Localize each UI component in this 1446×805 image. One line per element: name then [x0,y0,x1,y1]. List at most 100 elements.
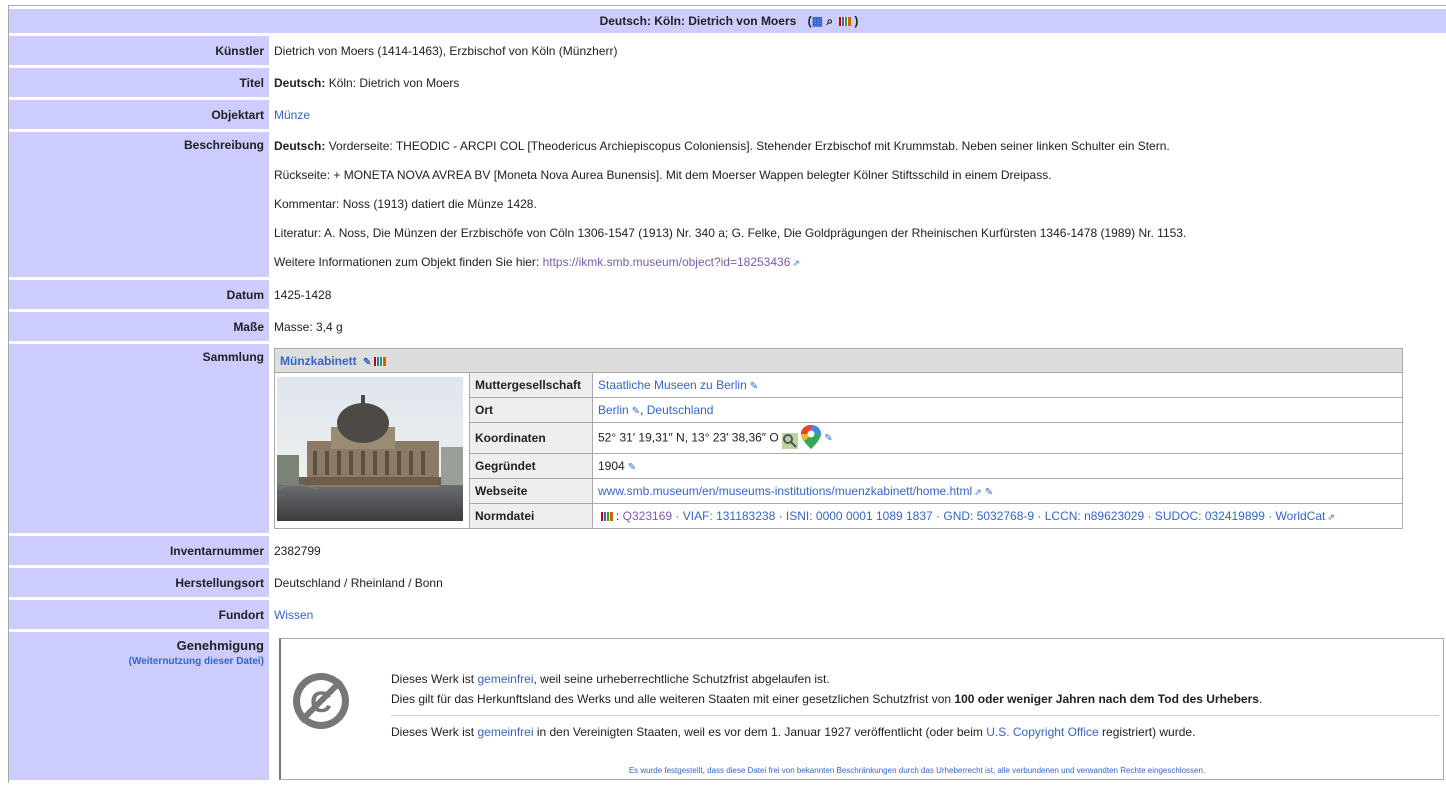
label-fundort: Fundort [9,600,269,629]
license-text: Dieses Werk ist gemeinfrei, weil seine u… [391,669,1439,742]
worldcat-link[interactable]: WorldCat [1276,509,1326,523]
row-objektart: Objektart Münze [9,100,1446,129]
row-titel: Titel Deutsch: Köln: Dietrich von Moers [9,68,1446,97]
value-herstellungsort: Deutschland / Rheinland / Bonn [274,575,443,590]
gemeinfrei-us-link[interactable]: gemeinfrei [477,725,533,739]
google-maps-icon[interactable] [801,424,822,449]
lang-prefix: Deutsch: [274,139,326,153]
row-datum: Datum 1425-1428 [9,280,1446,309]
header-icons: (▦ ⌕ ) [807,13,859,28]
descr-line4: Literatur: A. Noss, Die Münzen der Erzbi… [274,226,1187,240]
institution-photo[interactable] [274,372,470,529]
ikmk-link[interactable]: https://ikmk.smb.museum/object?id=182534… [543,255,791,269]
row-sammlung: Sammlung Münzkabinett ✎ Muttergesellscha… [9,344,1446,533]
license-footnote: Es wurde festgestellt, dass diese Datei … [628,766,1206,775]
lic-p2-b: . [1258,692,1263,706]
external-link-icon: ⇗ [1327,512,1335,522]
value-titel: Deutsch: Köln: Dietrich von Moers [269,68,1446,97]
lic-p1-b: , weil seine urheberrechtliche Schutzfri… [533,672,830,686]
webseite-link[interactable]: www.smb.museum/en/museums-institutions/m… [598,484,972,498]
public-domain-icon: C [293,673,349,729]
value-sammlung: Münzkabinett ✎ Muttergesellschaft Staatl… [269,344,1446,533]
label-masse: Maße [9,312,269,341]
row-genehmigung: Genehmigung (Weiternutzung dieser Datei)… [9,632,1446,780]
lic-p2-bold: 100 oder weniger Jahren nach dem Tod des… [954,692,1259,706]
titel-text: Köln: Dietrich von Moers [328,75,460,90]
lic-p3-b: in den Vereinigten Staaten, weil es vor … [533,725,987,739]
fundort-link[interactable]: Wissen [274,608,313,622]
label-datum: Datum [9,280,269,309]
pencil-icon[interactable]: ✎ [632,406,640,417]
genehmigung-label: Genehmigung [176,638,264,653]
search-icon[interactable]: ⌕ [826,14,833,28]
koordinaten-value: 52° 31′ 19,31″ N, 13° 23′ 38,36″ O [598,430,779,445]
barcode-icon[interactable] [839,16,852,26]
label-titel: Titel [9,68,269,97]
external-link-icon: ⇗ [792,258,800,268]
label-herstellungsort: Herstellungsort [9,568,269,597]
value-datum: 1425-1428 [274,287,332,302]
lang-prefix: Deutsch: [274,75,326,90]
weiternutzung-link[interactable]: (Weiternutzung dieser Datei) [129,656,264,667]
value-beschreibung: Deutsch: Vorderseite: THEODIC - ARCPI CO… [269,132,1446,277]
information-table-frame: Deutsch: Köln: Dietrich von Moers (▦ ⌕ )… [8,5,1446,783]
value-genehmigung: C Dieses Werk ist gemeinfrei, weil seine… [269,632,1446,780]
institution-name-link[interactable]: Münzkabinett [280,354,357,368]
wikidata-link[interactable]: Q323169 [623,509,672,523]
institution-table: Münzkabinett ✎ Muttergesellschaft Staatl… [274,348,1403,529]
pencil-icon[interactable]: ✎ [824,433,832,444]
lic-p3-a: Dieses Werk ist [391,725,478,739]
descr-line1: Vorderseite: THEODIC - ARCPI COL [Theode… [328,139,1170,153]
row-beschreibung: Beschreibung Deutsch: Vorderseite: THEOD… [9,132,1446,277]
label-objektart: Objektart [9,100,269,129]
row-inventar: Inventarnummer 2382799 [9,536,1446,565]
objektart-link[interactable]: Münze [274,108,310,122]
map-search-icon[interactable] [782,432,799,449]
label-ort: Ort [469,397,593,423]
authority-ids[interactable]: · VIAF: 131183238 · ISNI: 0000 0001 1089… [672,509,1275,523]
ort-city-link[interactable]: Berlin [598,403,629,417]
label-kuenstler: Künstler [9,36,269,65]
muttergesellschaft-link[interactable]: Staatliche Museen zu Berlin [598,378,747,392]
descr-line5-prefix: Weitere Informationen zum Objekt finden … [274,255,543,269]
copyright-office-link[interactable]: U.S. Copyright Office [986,725,1099,739]
pencil-icon[interactable]: ✎ [628,462,636,473]
label-normdatei: Normdatei [469,503,593,529]
label-genehmigung: Genehmigung (Weiternutzung dieser Datei) [9,632,269,780]
pencil-icon[interactable]: ✎ [363,357,371,368]
label-gegruendet: Gegründet [469,453,593,479]
external-link-icon: ⇗ [974,487,982,497]
label-koordinaten: Koordinaten [469,422,593,454]
map-icon[interactable]: ▦ [812,14,823,28]
value-kuenstler: Dietrich von Moers (1414-1463), Erzbisch… [274,43,618,58]
barcode-icon[interactable] [601,512,613,522]
header-title: Deutsch: Köln: Dietrich von Moers [599,13,797,28]
descr-line2: Rückseite: + MONETA NOVA AVREA BV [Monet… [274,168,1052,182]
label-inventar: Inventarnummer [9,536,269,565]
gemeinfrei-link[interactable]: gemeinfrei [477,672,533,686]
ort-country-link[interactable]: Deutschland [647,403,714,417]
row-kuenstler: Künstler Dietrich von Moers (1414-1463),… [9,36,1446,65]
pencil-icon[interactable]: ✎ [985,487,993,498]
lic-p3-c: registriert) wurde. [1098,725,1196,739]
institution-header: Münzkabinett ✎ [274,348,1403,373]
barcode-icon[interactable] [374,356,387,366]
value-inventar: 2382799 [274,543,321,558]
lic-p2-a: Dies gilt für das Herkunftsland des Werk… [391,692,955,706]
value-masse: Masse: 3,4 g [274,319,343,334]
label-sammlung: Sammlung [9,344,269,533]
pencil-icon[interactable]: ✎ [750,381,758,392]
license-box: C Dieses Werk ist gemeinfrei, weil seine… [279,638,1444,780]
information-table: Deutsch: Köln: Dietrich von Moers (▦ ⌕ )… [9,6,1446,783]
label-beschreibung: Beschreibung [9,132,269,277]
descr-line3: Kommentar: Noss (1913) datiert die Münze… [274,197,537,211]
row-fundort: Fundort Wissen [9,600,1446,629]
label-webseite: Webseite [469,478,593,504]
normdatei-value: : Q323169 · VIAF: 131183238 · ISNI: 0000… [592,503,1403,529]
table-header: Deutsch: Köln: Dietrich von Moers (▦ ⌕ ) [9,9,1446,33]
gegruendet-value: 1904 [598,459,625,473]
row-masse: Maße Masse: 3,4 g [9,312,1446,341]
row-herstellungsort: Herstellungsort Deutschland / Rheinland … [9,568,1446,597]
label-muttergesellschaft: Muttergesellschaft [469,372,593,398]
bode-museum-photo [276,377,463,521]
